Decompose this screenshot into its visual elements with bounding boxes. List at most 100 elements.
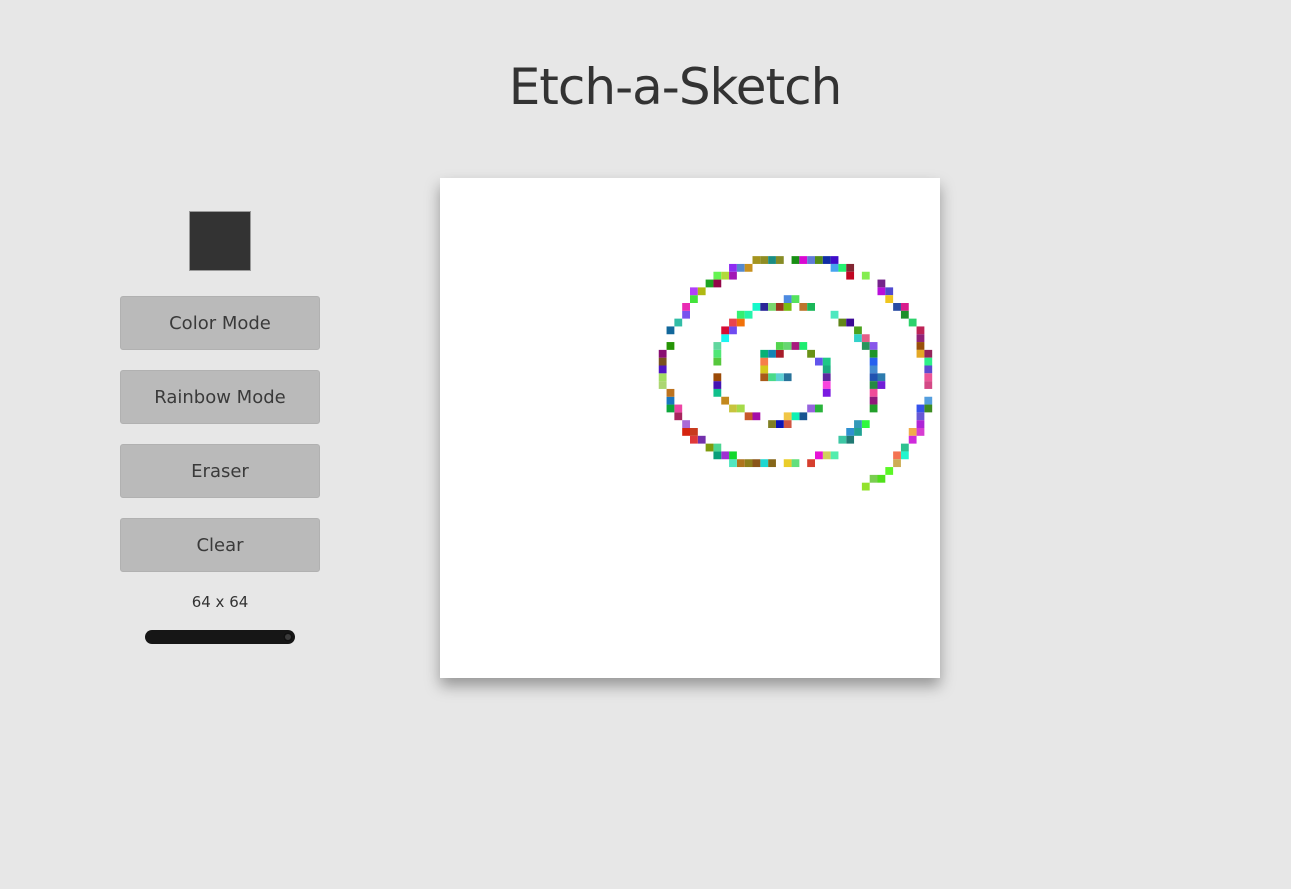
grid-cell[interactable]	[690, 295, 698, 303]
grid-cell[interactable]	[916, 404, 925, 413]
grid-cell[interactable]	[916, 342, 925, 350]
grid-cell[interactable]	[721, 334, 730, 343]
grid-cell[interactable]	[893, 451, 901, 460]
grid-cell[interactable]	[768, 349, 776, 358]
grid-cell[interactable]	[830, 256, 839, 264]
grid-cell[interactable]	[877, 279, 886, 288]
grid-cell[interactable]	[713, 451, 722, 460]
grid-cell[interactable]	[869, 396, 878, 405]
grid-cell[interactable]	[854, 428, 862, 436]
grid-cell[interactable]	[736, 404, 745, 413]
grid-cell[interactable]	[846, 435, 855, 444]
grid-cell[interactable]	[713, 381, 722, 389]
grid-cell[interactable]	[729, 459, 737, 468]
grid-cell[interactable]	[658, 373, 667, 382]
grid-cell[interactable]	[768, 256, 776, 264]
grid-cell[interactable]	[736, 310, 745, 319]
color-picker[interactable]	[189, 211, 251, 271]
grid-cell[interactable]	[713, 357, 722, 366]
grid-cell[interactable]	[713, 443, 722, 452]
grid-cell[interactable]	[682, 303, 690, 311]
grid-cell[interactable]	[697, 435, 706, 444]
grid-cell[interactable]	[666, 326, 675, 335]
grid-cell[interactable]	[775, 420, 784, 428]
grid-cell[interactable]	[807, 256, 815, 264]
grid-cell[interactable]	[775, 342, 784, 350]
grid-cell[interactable]	[791, 295, 800, 303]
grid-cell[interactable]	[783, 295, 792, 303]
grid-cell[interactable]	[877, 287, 886, 296]
grid-cell[interactable]	[854, 334, 862, 343]
grid-cell[interactable]	[924, 404, 933, 413]
grid-cell[interactable]	[869, 474, 878, 483]
grid-cell[interactable]	[721, 271, 730, 280]
grid-cell[interactable]	[877, 474, 886, 483]
grid-cell[interactable]	[869, 388, 878, 397]
eraser-button[interactable]: Eraser	[120, 444, 320, 498]
grid-cell[interactable]	[713, 388, 722, 397]
grid-cell[interactable]	[736, 263, 745, 272]
grid-cell[interactable]	[729, 451, 737, 460]
grid-cell[interactable]	[916, 334, 925, 343]
grid-cell[interactable]	[713, 373, 722, 382]
grid-cell[interactable]	[729, 263, 737, 272]
grid-cell[interactable]	[830, 263, 839, 272]
grid-cell[interactable]	[815, 404, 823, 413]
grid-cell[interactable]	[815, 451, 823, 460]
grid-cell[interactable]	[752, 303, 761, 311]
grid-cell[interactable]	[924, 349, 933, 358]
grid-cell[interactable]	[658, 381, 667, 389]
grid-cell[interactable]	[916, 326, 925, 335]
grid-cell[interactable]	[893, 303, 901, 311]
grid-cell[interactable]	[846, 271, 855, 280]
grid-cell[interactable]	[900, 443, 909, 452]
grid-cell[interactable]	[783, 303, 792, 311]
grid-cell[interactable]	[768, 303, 776, 311]
grid-cell[interactable]	[760, 459, 769, 468]
grid-cell[interactable]	[877, 373, 886, 382]
grid-cell[interactable]	[752, 459, 761, 468]
grid-cell[interactable]	[658, 357, 667, 366]
grid-cell[interactable]	[815, 357, 823, 366]
grid-cell[interactable]	[861, 420, 870, 428]
grid-cell[interactable]	[807, 349, 815, 358]
grid-cell[interactable]	[822, 256, 831, 264]
grid-cell[interactable]	[916, 428, 925, 436]
grid-cell[interactable]	[854, 326, 862, 335]
clear-button[interactable]: Clear	[120, 518, 320, 572]
grid-cell[interactable]	[744, 412, 753, 421]
grid-cell[interactable]	[744, 459, 753, 468]
grid-cell[interactable]	[900, 310, 909, 319]
grid-cell[interactable]	[752, 256, 761, 264]
grid-cell[interactable]	[705, 443, 714, 452]
grid-cell[interactable]	[807, 404, 815, 413]
grid-cell[interactable]	[908, 435, 917, 444]
grid-cell[interactable]	[682, 420, 690, 428]
grid-cell[interactable]	[760, 373, 769, 382]
sketch-board[interactable]	[440, 178, 940, 678]
grid-cell[interactable]	[900, 451, 909, 460]
grid-cell[interactable]	[768, 420, 776, 428]
grid-cell[interactable]	[713, 279, 722, 288]
grid-cell[interactable]	[783, 342, 792, 350]
grid-cell[interactable]	[869, 373, 878, 382]
grid-cell[interactable]	[916, 412, 925, 421]
grid-cell[interactable]	[690, 435, 698, 444]
grid-cell[interactable]	[924, 396, 933, 405]
grid-cell[interactable]	[666, 396, 675, 405]
grid-cell[interactable]	[721, 451, 730, 460]
grid-cell[interactable]	[775, 349, 784, 358]
grid-cell[interactable]	[721, 326, 730, 335]
grid-cell[interactable]	[869, 357, 878, 366]
grid-cell[interactable]	[775, 256, 784, 264]
grid-cell[interactable]	[783, 420, 792, 428]
grid-cell[interactable]	[713, 271, 722, 280]
grid-cell[interactable]	[666, 388, 675, 397]
grid-cell[interactable]	[783, 459, 792, 468]
grid-cell[interactable]	[658, 365, 667, 374]
grid-cell[interactable]	[861, 482, 870, 491]
grid-cell[interactable]	[854, 420, 862, 428]
grid-cell[interactable]	[799, 256, 808, 264]
grid-cell[interactable]	[869, 342, 878, 350]
grid-cell[interactable]	[900, 303, 909, 311]
